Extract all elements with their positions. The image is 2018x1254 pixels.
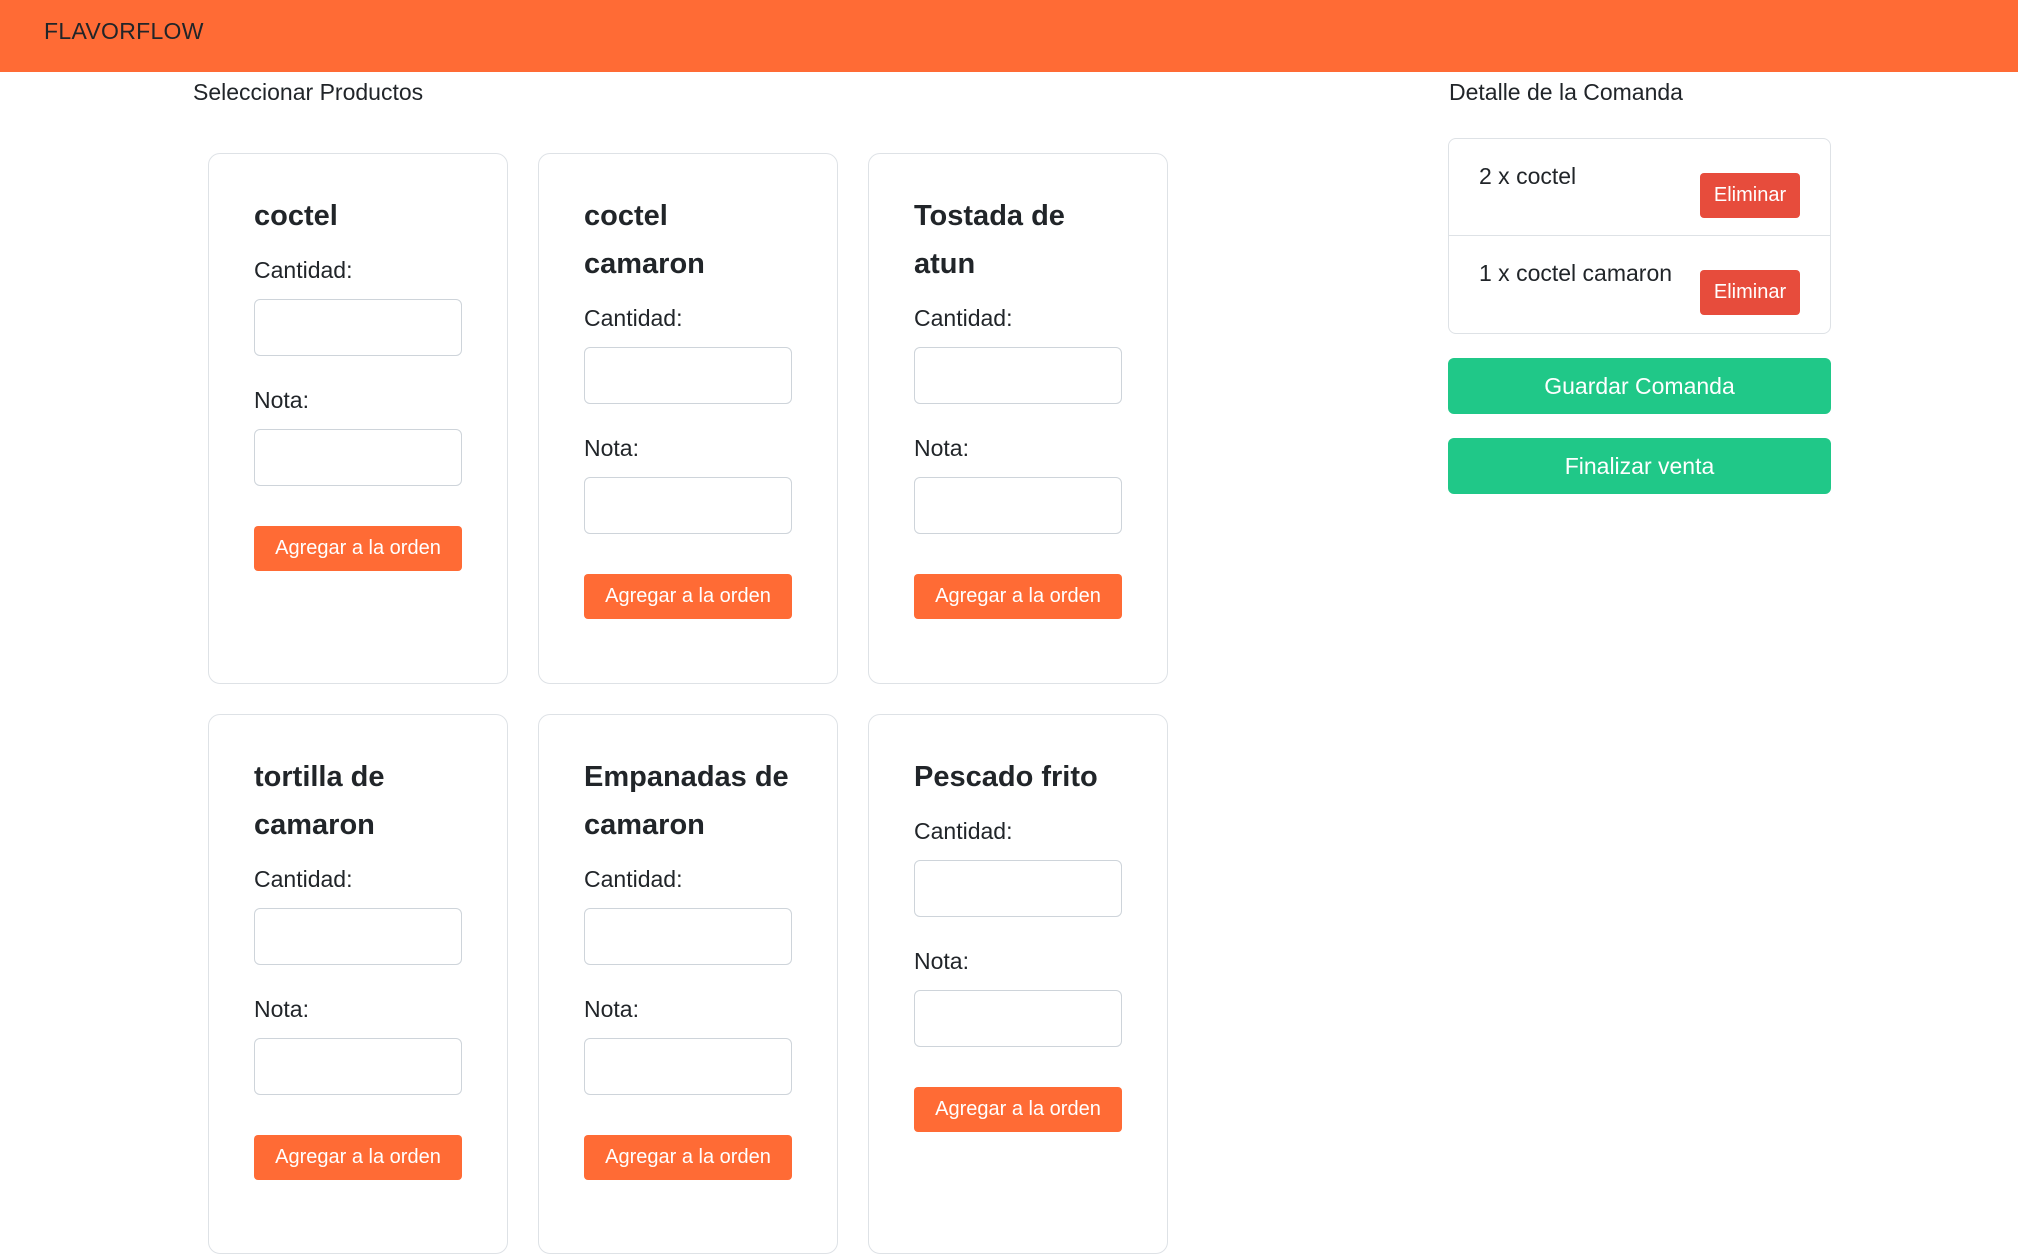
add-to-order-button[interactable]: Agregar a la orden [254,526,462,571]
quantity-label: Cantidad: [584,866,683,892]
delete-item-button[interactable]: Eliminar [1700,173,1800,218]
note-label: Nota: [914,948,969,974]
product-name: coctel [254,200,338,232]
quantity-label: Cantidad: [914,305,1013,331]
product-card-coctel-camaron: coctel camaron Cantidad: Nota: Agregar a… [538,153,838,684]
product-name: coctel camaron [584,200,705,280]
order-item-text: 2 x coctel [1479,163,1577,189]
add-to-order-button[interactable]: Agregar a la orden [584,1135,792,1180]
note-input[interactable] [254,429,462,486]
quantity-input[interactable] [254,908,462,965]
delete-item-button[interactable]: Eliminar [1700,270,1800,315]
products-section-title: Seleccionar Productos [193,79,424,105]
product-card-tortilla-de-camaron: tortilla de camaron Cantidad: Nota: Agre… [208,714,508,1254]
product-card-pescado-frito: Pescado frito Cantidad: Nota: Agregar a … [868,714,1168,1254]
note-label: Nota: [914,435,969,461]
quantity-input[interactable] [914,860,1122,917]
order-items-list: 2 x coctel Eliminar 1 x coctel camaron E… [1448,138,1831,334]
product-name: tortilla de camaron [254,761,385,841]
quantity-input[interactable] [914,347,1122,404]
quantity-input[interactable] [584,347,792,404]
note-input[interactable] [584,477,792,534]
product-name: Tostada de atun [914,200,1065,280]
note-label: Nota: [584,435,639,461]
save-order-button[interactable]: Guardar Comanda [1448,358,1831,414]
add-to-order-button[interactable]: Agregar a la orden [914,574,1122,619]
order-item: 2 x coctel Eliminar [1449,139,1830,236]
add-to-order-button[interactable]: Agregar a la orden [914,1087,1122,1132]
note-input[interactable] [914,990,1122,1047]
product-card-coctel: coctel Cantidad: Nota: Agregar a la orde… [208,153,508,684]
note-input[interactable] [584,1038,792,1095]
quantity-input[interactable] [584,908,792,965]
quantity-label: Cantidad: [254,866,353,892]
quantity-input[interactable] [254,299,462,356]
order-item: 1 x coctel camaron Eliminar [1449,236,1830,333]
product-card-empanadas-de-camaron: Empanadas de camaron Cantidad: Nota: Agr… [538,714,838,1254]
note-label: Nota: [254,387,309,413]
order-detail-title: Detalle de la Comanda [1449,79,1683,105]
note-label: Nota: [254,996,309,1022]
brand-logo[interactable]: FLAVORFLOW [44,18,204,45]
add-to-order-button[interactable]: Agregar a la orden [254,1135,462,1180]
top-navbar: FLAVORFLOW [0,0,2018,72]
note-label: Nota: [584,996,639,1022]
quantity-label: Cantidad: [584,305,683,331]
finish-sale-button[interactable]: Finalizar venta [1448,438,1831,494]
note-input[interactable] [254,1038,462,1095]
quantity-label: Cantidad: [254,257,353,283]
order-item-text: 1 x coctel camaron [1479,260,1673,286]
add-to-order-button[interactable]: Agregar a la orden [584,574,792,619]
product-card-tostada-de-atun: Tostada de atun Cantidad: Nota: Agregar … [868,153,1168,684]
product-name: Empanadas de camaron [584,761,789,841]
product-name: Pescado frito [914,761,1098,793]
note-input[interactable] [914,477,1122,534]
quantity-label: Cantidad: [914,818,1013,844]
